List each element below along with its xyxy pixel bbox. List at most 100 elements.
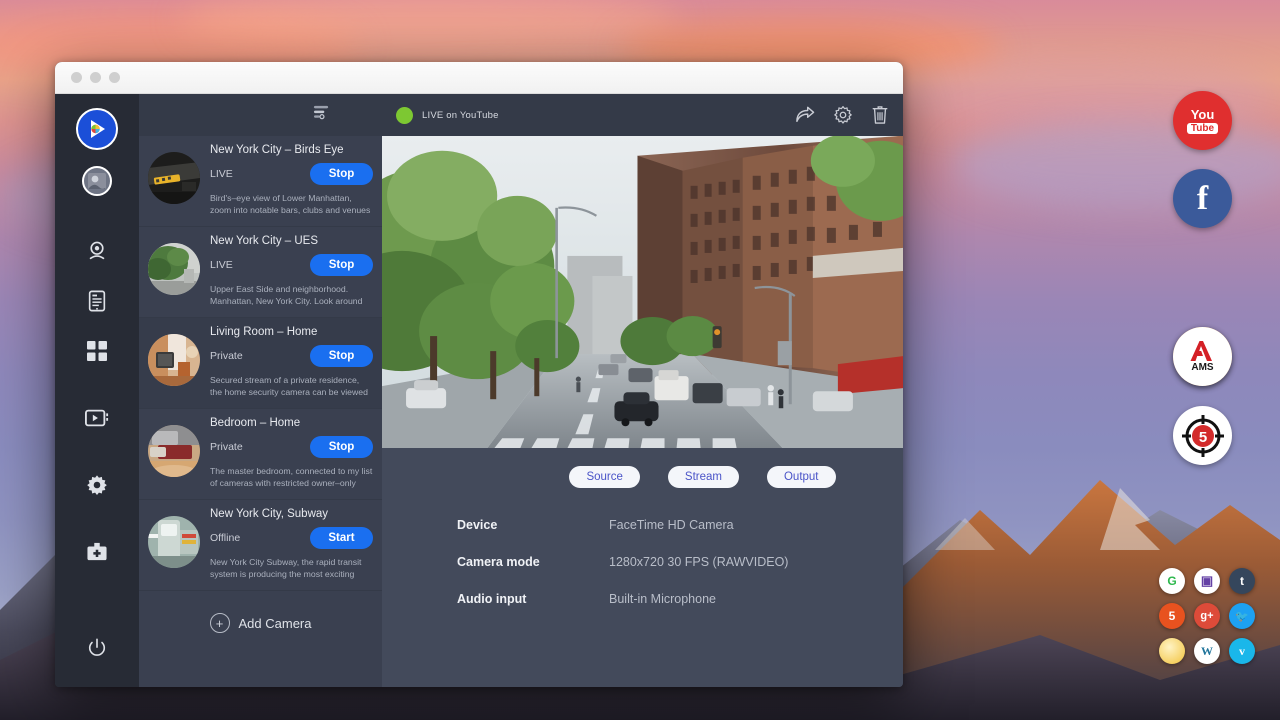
mini-icon-grabyo[interactable]: G [1159,568,1185,594]
camera-row-status: Offline Start [210,527,373,549]
camera-description: Upper East Side and neighborhood. Manhat… [210,283,373,308]
dock-icon-facebook[interactable]: f [1173,169,1232,228]
camera-status: LIVE [210,168,233,180]
dock-youtube-bottom-label: Tube [1187,123,1218,134]
share-icon[interactable] [795,106,815,124]
camera-action-button[interactable]: Start [310,527,373,549]
dock-facebook-label: f [1197,182,1208,216]
trash-icon[interactable] [871,105,889,125]
info-row-device: Device FaceTime HD Camera [457,518,903,532]
user-avatar[interactable] [82,166,112,196]
info-row-audio-input: Audio input Built-in Microphone [457,592,903,606]
gear-icon[interactable] [833,105,853,125]
sidebar-item-settings[interactable] [80,468,114,502]
video-player-icon [85,408,109,428]
info-label: Device [457,518,609,532]
info-label: Audio input [457,592,609,606]
app-body: New York City – Birds Eye LIVE Stop Bird… [55,94,903,687]
camera-action-button[interactable]: Stop [310,163,373,185]
window-minimize-button[interactable] [90,72,101,83]
mini-icon-five[interactable]: 5 [1159,603,1185,629]
camera-list: New York City – Birds Eye LIVE Stop Bird… [139,136,382,687]
thumbnail-bedroom-image [148,425,200,477]
list-item[interactable]: Living Room – Home Private Stop Secured … [139,318,382,409]
sidebar-item-device[interactable] [80,284,114,318]
sidebar-item-media[interactable] [80,401,114,435]
sidebar-rail [55,94,139,687]
mini-icon-tumblr[interactable]: t [1229,568,1255,594]
video-preview[interactable] [382,136,903,448]
add-camera-label: Add Camera [239,616,312,631]
camera-title: Living Room – Home [210,326,373,338]
mini-icon-wordpress[interactable]: W [1194,638,1220,664]
dock-icon-target-five[interactable]: 5 [1173,406,1232,465]
mini-icon-flash[interactable] [1159,638,1185,664]
live-status-label: LIVE on YouTube [422,110,499,121]
info-label: Camera mode [457,555,609,569]
thumbnail-livingroom-image [148,334,200,386]
add-camera-button[interactable]: + Add Camera [139,591,382,633]
list-item[interactable]: New York City – Birds Eye LIVE Stop Bird… [139,136,382,227]
thumbnail-subway-image [148,516,200,568]
crosshair-five-icon: 5 [1179,412,1227,460]
camera-title: New York City – UES [210,235,373,247]
thumbnail-ues-image [148,243,200,295]
camera-meta: New York City – Birds Eye LIVE Stop Bird… [200,144,373,217]
info-value[interactable]: 1280x720 30 FPS (RAWVIDEO) [609,555,788,569]
window-maximize-button[interactable] [109,72,120,83]
list-item[interactable]: New York City, Subway Offline Start New … [139,500,382,591]
power-icon [87,638,107,658]
mini-icon-twitter[interactable]: 🐦 [1229,603,1255,629]
tab-output[interactable]: Output [767,466,836,488]
camera-thumbnail [148,243,200,295]
camera-title: New York City, Subway [210,508,373,520]
window-titlebar [55,62,903,94]
mini-icon-google-plus[interactable]: g+ [1194,603,1220,629]
camera-meta: Living Room – Home Private Stop Secured … [200,326,373,399]
list-item[interactable]: New York City – UES LIVE Stop Upper East… [139,227,382,318]
plus-icon: + [210,613,230,633]
app-logo[interactable] [76,108,118,150]
live-indicator-dot [396,107,413,124]
mini-icon-twitch[interactable]: ▣ [1194,568,1220,594]
camera-status: Private [210,441,243,453]
window-close-button[interactable] [71,72,82,83]
tab-stream[interactable]: Stream [668,466,739,488]
grid-apps-icon [86,340,108,362]
app-window: New York City – Birds Eye LIVE Stop Bird… [55,62,903,687]
camera-description: New York City Subway, the rapid transit … [210,556,373,581]
sidebar-item-power[interactable] [80,631,114,665]
camera-row-status: LIVE Stop [210,163,373,185]
adobe-a-icon [1190,340,1216,362]
camera-action-button[interactable]: Stop [310,436,373,458]
camera-list-toolbar [139,94,382,136]
camera-action-button[interactable]: Stop [310,254,373,276]
camera-description: Bird's–eye view of Lower Manhattan, zoom… [210,192,373,217]
camera-thumbnail [148,425,200,477]
play-logo-icon [85,117,109,141]
camera-list-column: New York City – Birds Eye LIVE Stop Bird… [139,94,382,687]
settings-tabs: Source Stream Output [382,448,903,488]
mini-icon-vimeo[interactable]: v [1229,638,1255,664]
camera-thumbnail [148,152,200,204]
sidebar-item-apps[interactable] [80,334,114,368]
main-panel: LIVE on YouTube [382,94,903,687]
sidebar-item-health[interactable] [80,535,114,569]
camera-status: LIVE [210,259,233,271]
camera-action-button[interactable]: Stop [310,345,373,367]
dock-icon-adobe-ams[interactable]: AMS [1173,327,1232,386]
sidebar-item-webcam[interactable] [80,234,114,268]
camera-meta: New York City – UES LIVE Stop Upper East… [200,235,373,308]
sort-icon[interactable] [313,104,330,126]
camera-status: Offline [210,532,240,544]
camera-status: Private [210,350,243,362]
first-aid-kit-icon [86,542,108,562]
list-item[interactable]: Bedroom – Home Private Stop The master b… [139,409,382,500]
camera-meta: Bedroom – Home Private Stop The master b… [200,417,373,490]
main-toolbar: LIVE on YouTube [382,94,903,136]
dock-icon-youtube[interactable]: You Tube [1173,91,1232,150]
info-value[interactable]: Built-in Microphone [609,592,716,606]
info-value[interactable]: FaceTime HD Camera [609,518,734,532]
tab-source[interactable]: Source [569,466,639,488]
gear-icon [86,474,108,496]
